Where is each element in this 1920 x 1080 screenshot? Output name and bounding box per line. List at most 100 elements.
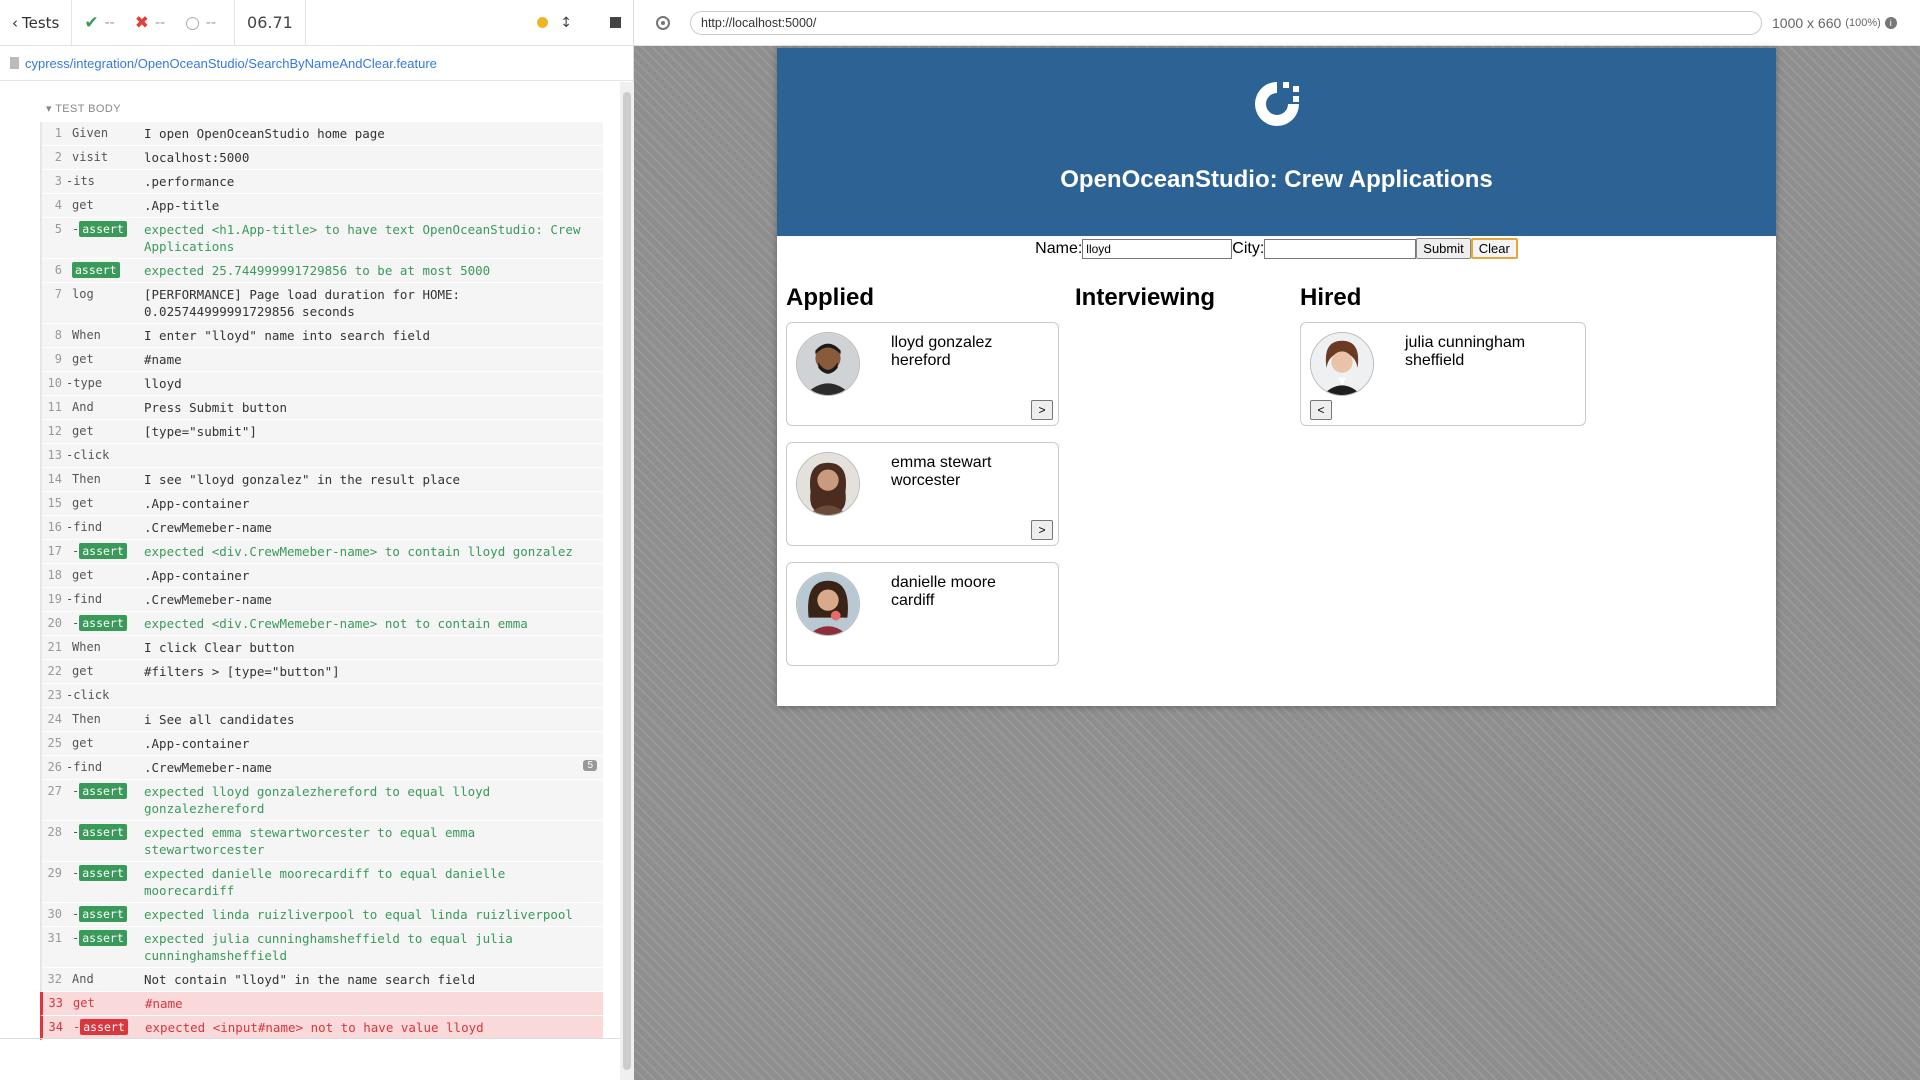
command-message: expected emma stewartworcester to equal …	[144, 825, 476, 857]
command-name: - assert	[66, 615, 144, 632]
command-row[interactable]: 18 get .App-container	[42, 564, 603, 588]
aut-stage: OpenOceanStudio: Crew Applications Name:…	[634, 46, 1920, 1080]
command-row[interactable]: 34 - assert expected <input#name> not to ha…	[40, 1016, 603, 1040]
command-row[interactable]: 12 get [type="submit"]	[42, 420, 603, 444]
command-row[interactable]: 27 - assert expected lloyd gonzalezhereford…	[42, 780, 603, 821]
command-row[interactable]: 8 When I enter "lloyd" name into search fi…	[42, 324, 603, 348]
command-row[interactable]: 31 - assert expected julia cunninghamsheffi…	[42, 927, 603, 968]
command-name: -its	[66, 174, 95, 188]
reporter-panel: ‹ Tests ✔ -- ✖ -- ○ -- 06.71 ↕ cypress/i…	[0, 0, 634, 1080]
command-row[interactable]: 30 - assert expected linda ruizliverpool to…	[42, 903, 603, 927]
command-row[interactable]: 2 visit localhost:5000	[42, 146, 603, 170]
command-row[interactable]: 28 - assert expected emma stewartworcester …	[42, 821, 603, 862]
command-message: I click Clear button	[144, 640, 295, 655]
command-row[interactable]: 1 Given I open OpenOceanStudio home page	[42, 122, 603, 146]
info-icon[interactable]: i	[1884, 16, 1897, 29]
command-row[interactable]: 4 get .App-title	[42, 194, 603, 218]
check-icon: ✔	[84, 12, 99, 33]
city-label: City:	[1232, 239, 1265, 257]
command-row[interactable]: 33 get #name	[40, 992, 603, 1016]
url-bar[interactable]: http://localhost:5000/	[690, 10, 1762, 35]
scrollbar-thumb[interactable]	[623, 92, 631, 1070]
assert-badge: assert	[79, 930, 127, 946]
command-row[interactable]: 6 assert expected 25.744999991729856 to be…	[42, 259, 603, 283]
command-message: expected lloyd gonzalezhereford to equal…	[144, 784, 491, 816]
move-right-button[interactable]: >	[1031, 520, 1053, 540]
assert-badge: assert	[79, 221, 127, 237]
command-row[interactable]: 5 - assert expected <h1.App-title> to have …	[42, 218, 603, 259]
command-row[interactable]: 20 - assert expected <div.CrewMemeber-name>…	[42, 612, 603, 636]
command-number: 10	[47, 376, 62, 390]
command-row[interactable]: 11 And Press Submit button	[42, 396, 603, 420]
command-number: 8	[54, 328, 62, 342]
command-message: expected danielle moorecardiff to equal …	[144, 866, 506, 898]
app-title: OpenOceanStudio: Crew Applications	[1060, 166, 1493, 193]
stop-icon[interactable]	[610, 17, 621, 28]
auto-scroll-icon[interactable]: ↕	[560, 15, 572, 31]
command-row[interactable]: 13 -click	[42, 444, 603, 468]
command-row[interactable]: 17 - assert expected <div.CrewMemeber-name>…	[42, 540, 603, 564]
command-row[interactable]: 26 -find .CrewMemeber-name 5	[42, 756, 603, 780]
assert-badge: assert	[79, 783, 127, 799]
command-name: get	[72, 424, 94, 438]
command-row[interactable]: 9 get #name	[42, 348, 603, 372]
command-message: #name	[145, 996, 183, 1011]
command-number: 13	[47, 448, 62, 462]
command-number: 28	[47, 825, 62, 839]
crew-member-name: lloyd gonzalez hereford	[891, 334, 992, 370]
command-number: 25	[47, 736, 62, 750]
command-row[interactable]: 23 -click	[42, 684, 603, 708]
column-title-interviewing: Interviewing	[1075, 284, 1216, 311]
spec-path[interactable]: cypress/integration/OpenOceanStudio/Sear…	[0, 46, 633, 81]
name-input[interactable]	[1082, 238, 1233, 259]
crew-card: julia cunningham sheffield <	[1300, 322, 1586, 426]
command-row[interactable]: 7 log [PERFORMANCE] Page load duration for…	[42, 283, 603, 324]
command-row[interactable]: 10 -type lloyd	[42, 372, 603, 396]
command-number: 19	[47, 592, 62, 606]
filters-bar: Name: City: Submit Clear	[777, 238, 1776, 259]
command-name: log	[72, 287, 94, 301]
command-row[interactable]: 14 Then I see "lloyd gonzalez" in the resu…	[42, 468, 603, 492]
test-body-header[interactable]: ▾ TEST BODY	[46, 102, 121, 115]
command-number: 24	[47, 712, 62, 726]
command-name: get	[72, 736, 94, 750]
command-row[interactable]: 19 -find .CrewMemeber-name	[42, 588, 603, 612]
command-number: 33	[48, 996, 63, 1010]
command-number: 31	[47, 931, 62, 945]
command-row[interactable]: 32 And Not contain "lloyd" in the name sea…	[42, 968, 603, 992]
command-row[interactable]: 3 -its .performance	[42, 170, 603, 194]
command-row[interactable]: 29 - assert expected danielle moorecardiff …	[42, 862, 603, 903]
passed-count: --	[104, 14, 115, 31]
command-message: expected <input#name> not to have value …	[145, 1020, 484, 1035]
command-row[interactable]: 15 get .App-container	[42, 492, 603, 516]
move-right-button[interactable]: >	[1031, 400, 1053, 420]
command-row[interactable]: 25 get .App-container	[42, 732, 603, 756]
command-name: get	[72, 198, 94, 212]
command-number: 5	[54, 222, 62, 236]
reporter-scrollbar[interactable]	[620, 82, 634, 1080]
command-name: - assert	[66, 865, 144, 882]
clear-button[interactable]: Clear	[1470, 238, 1518, 259]
command-name: - assert	[66, 221, 144, 238]
move-left-button[interactable]: <	[1310, 400, 1332, 420]
command-name: - assert	[66, 543, 144, 560]
assert-badge: assert	[79, 824, 127, 840]
city-input[interactable]	[1264, 238, 1417, 259]
command-row[interactable]: 22 get #filters > [type="button"]	[42, 660, 603, 684]
command-name: -click	[66, 448, 110, 462]
submit-button[interactable]: Submit	[1416, 238, 1471, 259]
command-name: - assert	[66, 783, 144, 800]
tests-button[interactable]: ‹ Tests	[0, 0, 73, 46]
command-row[interactable]: 21 When I click Clear button	[42, 636, 603, 660]
column-title-applied: Applied	[786, 284, 874, 311]
command-message: I enter "lloyd" name into search field	[144, 328, 430, 343]
command-row[interactable]: 24 Then i See all candidates	[42, 708, 603, 732]
command-name: get	[73, 996, 95, 1010]
command-row[interactable]: 16 -find .CrewMemeber-name	[42, 516, 603, 540]
crew-card: emma stewart worcester >	[786, 442, 1059, 546]
viewport-info[interactable]: 1000 x 660 (100%) i	[1772, 15, 1897, 31]
crew-city: worcester	[891, 472, 961, 489]
crew-name: julia cunningham	[1405, 334, 1526, 351]
selector-playground-icon[interactable]	[654, 14, 672, 32]
command-name: -click	[66, 688, 110, 702]
